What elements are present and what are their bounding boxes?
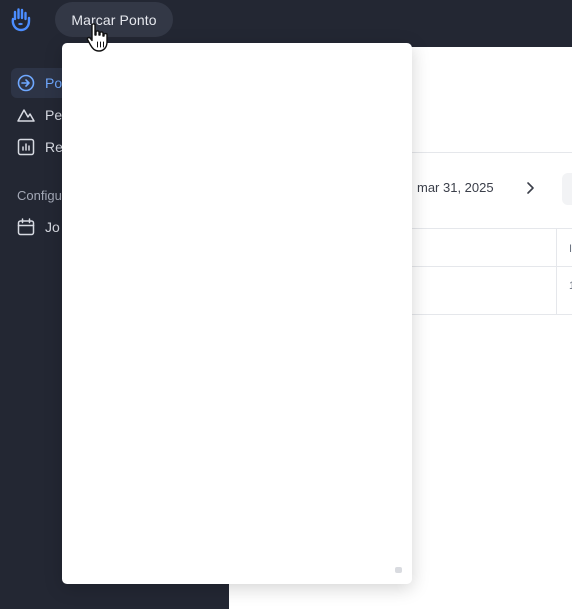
sidebar-item-label: Po bbox=[45, 75, 63, 91]
hand-logo-icon[interactable] bbox=[9, 7, 33, 33]
table-column-divider bbox=[556, 228, 557, 314]
sidebar-item-label: Pe bbox=[45, 107, 63, 123]
clock-in-popover[interactable] bbox=[62, 43, 412, 584]
app-window: Marcar Ponto Po Pe Re Configu Jo mar 31,… bbox=[0, 0, 572, 609]
resize-handle[interactable] bbox=[395, 567, 402, 573]
filter-button[interactable] bbox=[562, 173, 572, 205]
sidebar-item-label: Jo bbox=[45, 219, 60, 235]
sidebar-item-label: Re bbox=[45, 139, 63, 155]
bar-chart-icon bbox=[17, 138, 35, 156]
arrow-right-circle-icon bbox=[17, 74, 35, 92]
date-range-label: mar 31, 2025 bbox=[417, 180, 494, 195]
section-label-configuracoes: Configu bbox=[17, 188, 62, 203]
calendar-icon bbox=[17, 218, 35, 236]
clock-in-button[interactable]: Marcar Ponto bbox=[55, 2, 173, 37]
mountain-icon bbox=[17, 106, 35, 124]
hand-pointer-cursor-icon bbox=[86, 23, 108, 52]
chevron-right-icon[interactable] bbox=[525, 181, 535, 195]
